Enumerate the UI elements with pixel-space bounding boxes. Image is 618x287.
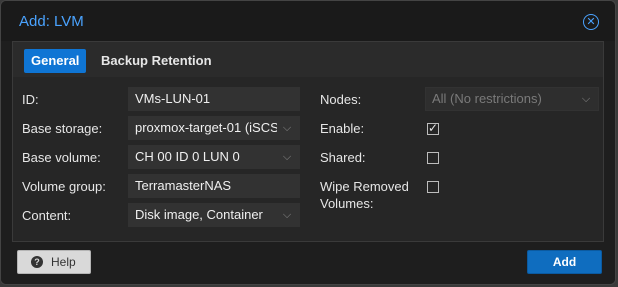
base-storage-select[interactable]: proxmox-target-01 (iSCSI) ⌵ xyxy=(128,116,300,140)
tab-general[interactable]: General xyxy=(24,49,87,73)
add-lvm-dialog: Add: LVM ✕ General Backup Retention ID: … xyxy=(0,0,616,285)
general-panel: ID: VMs-LUN-01 Base storage: proxmox-tar… xyxy=(12,77,604,242)
wipe-removed-label-line2: Volumes: xyxy=(320,196,374,211)
dialog-footer: ? Help Add xyxy=(1,242,615,284)
id-input-value: VMs-LUN-01 xyxy=(135,91,211,106)
volume-group-label: Volume group: xyxy=(22,179,106,194)
tab-backup-retention[interactable]: Backup Retention xyxy=(94,49,219,73)
add-button[interactable]: Add xyxy=(527,250,602,274)
help-button[interactable]: ? Help xyxy=(17,250,91,274)
chevron-down-icon[interactable]: ⌵ xyxy=(281,117,293,139)
nodes-select[interactable]: All (No restrictions) ⌵ xyxy=(425,87,599,111)
volume-group-input[interactable]: TerramasterNAS xyxy=(128,174,300,198)
checkmark-icon: ✓ xyxy=(428,121,439,135)
content-label: Content: xyxy=(22,208,72,223)
tab-bar: General Backup Retention xyxy=(12,41,604,77)
chevron-down-icon: ⌵ xyxy=(581,93,591,105)
volume-group-value: TerramasterNAS xyxy=(135,178,232,193)
wipe-removed-checkbox[interactable] xyxy=(427,181,439,193)
base-volume-value: CH 00 ID 0 LUN 0 xyxy=(135,149,240,164)
chevron-down-icon[interactable]: ⌵ xyxy=(281,204,293,226)
nodes-label: Nodes: xyxy=(320,92,362,107)
wipe-removed-label-line1: Wipe Removed xyxy=(320,179,409,194)
help-button-label: Help xyxy=(51,255,76,269)
enable-label: Enable: xyxy=(320,121,365,136)
chevron-down-icon[interactable]: ⌵ xyxy=(281,146,293,168)
dialog-titlebar: Add: LVM ✕ xyxy=(1,1,615,41)
id-input[interactable]: VMs-LUN-01 xyxy=(128,87,300,111)
base-storage-label: Base storage: xyxy=(22,121,103,136)
id-label: ID: xyxy=(22,92,39,107)
close-icon[interactable]: ✕ xyxy=(583,14,599,30)
dialog-title: Add: LVM xyxy=(19,13,84,30)
shared-checkbox[interactable] xyxy=(427,152,439,164)
base-volume-label: Base volume: xyxy=(22,150,101,165)
base-volume-select[interactable]: CH 00 ID 0 LUN 0 ⌵ xyxy=(128,145,300,169)
nodes-placeholder: All (No restrictions) xyxy=(432,91,542,106)
question-circle-icon: ? xyxy=(31,256,43,268)
base-storage-value: proxmox-target-01 (iSCSI) xyxy=(135,120,277,135)
content-value: Disk image, Container xyxy=(135,207,263,222)
content-select[interactable]: Disk image, Container ⌵ xyxy=(128,203,300,227)
enable-checkbox[interactable]: ✓ xyxy=(427,121,439,135)
shared-label: Shared: xyxy=(320,150,366,165)
